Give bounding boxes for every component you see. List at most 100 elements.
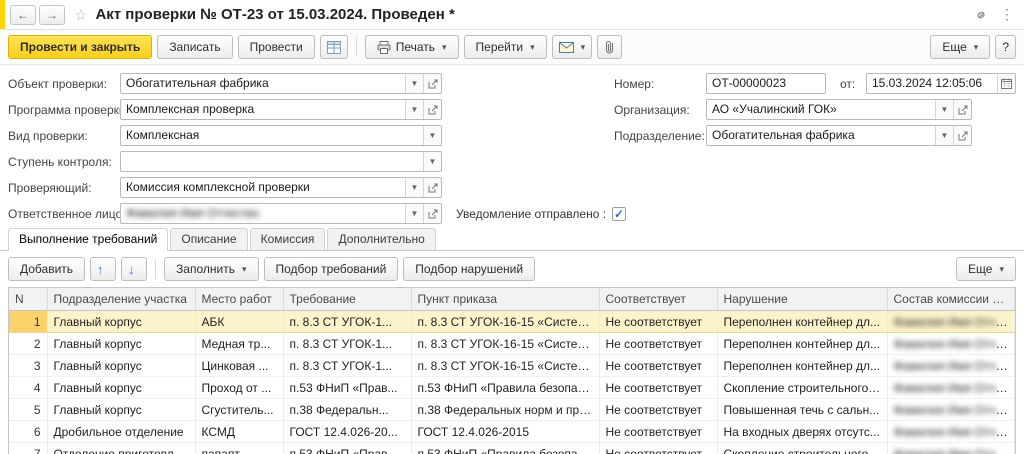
cell-compliance[interactable]: Не соответствует	[599, 421, 717, 443]
col-header-compliance[interactable]: Соответствует	[599, 288, 717, 311]
department-open-icon[interactable]	[953, 126, 971, 145]
col-header-department[interactable]: Подразделение участка	[47, 288, 195, 311]
cell-department[interactable]: Главный корпус	[47, 333, 195, 355]
help-button[interactable]: ?	[995, 35, 1016, 59]
post-and-close-button[interactable]: Провести и закрыть	[8, 35, 152, 59]
cell-n[interactable]: 2	[9, 333, 47, 355]
cell-order-clause[interactable]: п. 8.3 СТ УГОК-16-15 «Система ...	[411, 355, 599, 377]
responsible-open-icon[interactable]	[423, 204, 441, 223]
cell-violation[interactable]: Скопление строительного ...	[717, 443, 887, 454]
cell-requirement[interactable]: п.53 ФНиП «Прав...	[283, 443, 411, 454]
print-button[interactable]: Печать ▾	[365, 35, 459, 59]
inspector-dropdown-icon[interactable]: ▼	[405, 178, 423, 197]
table-row[interactable]: 7Отделение приготовл...папаптп.53 ФНиП «…	[9, 443, 1015, 454]
fill-button[interactable]: Заполнить ▾	[164, 257, 258, 281]
cell-commission[interactable]: Фамилия Имя Отчество Фамили	[887, 355, 1015, 377]
attachments-button[interactable]	[597, 35, 622, 59]
object-field[interactable]: Обогатительная фабрика ▼	[120, 73, 442, 94]
cell-department[interactable]: Главный корпус	[47, 399, 195, 421]
table-row[interactable]: 3Главный корпусЦинковая ...п. 8.3 СТ УГО…	[9, 355, 1015, 377]
responsible-field[interactable]: Фамилия Имя Отчество ▼	[120, 203, 442, 224]
table-row[interactable]: 6Дробильное отделениеКСМДГОСТ 12.4.026-2…	[9, 421, 1015, 443]
cell-commission[interactable]: Фамилия Имя Отчество Фамили	[887, 311, 1015, 333]
cell-order-clause[interactable]: ГОСТ 12.4.026-2015	[411, 421, 599, 443]
cell-requirement[interactable]: п.38 Федеральн...	[283, 399, 411, 421]
cell-place[interactable]: Цинковая ...	[195, 355, 283, 377]
col-header-n[interactable]: N	[9, 288, 47, 311]
tab-requirements[interactable]: Выполнение требований	[8, 228, 168, 251]
cell-violation[interactable]: Переполнен контейнер дл...	[717, 311, 887, 333]
program-dropdown-icon[interactable]: ▼	[405, 100, 423, 119]
table-more-button[interactable]: Еще ▾	[956, 257, 1016, 281]
organization-open-icon[interactable]	[953, 100, 971, 119]
notification-checkbox[interactable]: ✓	[612, 207, 626, 221]
col-header-violation[interactable]: Нарушение	[717, 288, 887, 311]
table-row[interactable]: 5Главный корпусСгуститель...п.38 Федерал…	[9, 399, 1015, 421]
save-button[interactable]: Записать	[157, 35, 232, 59]
col-header-requirement[interactable]: Требование	[283, 288, 411, 311]
object-open-icon[interactable]	[423, 74, 441, 93]
goto-button[interactable]: Перейти ▾	[464, 35, 547, 59]
cell-commission[interactable]: Фамилия Имя Отчество	[887, 443, 1015, 454]
post-button[interactable]: Провести	[238, 35, 315, 59]
col-header-order-clause[interactable]: Пункт приказа	[411, 288, 599, 311]
control-level-dropdown-icon[interactable]: ▼	[423, 152, 441, 171]
cell-n[interactable]: 3	[9, 355, 47, 377]
cell-n[interactable]: 5	[9, 399, 47, 421]
control-level-field[interactable]: ▼	[120, 151, 442, 172]
tab-additional[interactable]: Дополнительно	[327, 228, 435, 250]
table-row[interactable]: 4Главный корпусПроход от ...п.53 ФНиП «П…	[9, 377, 1015, 399]
favorite-star-icon[interactable]: ☆	[74, 6, 87, 24]
responsible-dropdown-icon[interactable]: ▼	[405, 204, 423, 223]
cell-order-clause[interactable]: п. 8.3 СТ УГОК-16-15 «Система ...	[411, 311, 599, 333]
cell-violation[interactable]: Повышенная течь с сальн...	[717, 399, 887, 421]
more-menu-icon[interactable]: ⋮	[1000, 6, 1014, 23]
cell-n[interactable]: 4	[9, 377, 47, 399]
tab-commission[interactable]: Комиссия	[250, 228, 326, 250]
add-row-button[interactable]: Добавить	[8, 257, 85, 281]
cell-commission[interactable]: Фамилия Имя Отчеств	[887, 421, 1015, 443]
date-field[interactable]: 15.03.2024 12:05:06	[866, 73, 1016, 94]
number-field[interactable]: ОТ-00000023	[706, 73, 826, 94]
kind-field[interactable]: Комплексная ▼	[120, 125, 442, 146]
cell-commission[interactable]: Фамилия Имя Отчество	[887, 377, 1015, 399]
send-email-button[interactable]: ▾	[552, 35, 593, 59]
cell-order-clause[interactable]: п.53 ФНиП «Правила безопасно...	[411, 377, 599, 399]
calendar-icon[interactable]	[997, 74, 1015, 93]
cell-requirement[interactable]: ГОСТ 12.4.026-20...	[283, 421, 411, 443]
cell-department[interactable]: Главный корпус	[47, 311, 195, 333]
cell-commission[interactable]: Фамилия Имя Отчество	[887, 399, 1015, 421]
organization-dropdown-icon[interactable]: ▼	[935, 100, 953, 119]
cell-compliance[interactable]: Не соответствует	[599, 311, 717, 333]
cell-commission[interactable]: Фамилия Имя Отчество Фамили	[887, 333, 1015, 355]
cell-place[interactable]: Проход от ...	[195, 377, 283, 399]
cell-place[interactable]: Медная тр...	[195, 333, 283, 355]
object-dropdown-icon[interactable]: ▼	[405, 74, 423, 93]
department-field[interactable]: Обогатительная фабрика ▼	[706, 125, 972, 146]
cell-order-clause[interactable]: п.38 Федеральных норм и прави...	[411, 399, 599, 421]
show-postings-button[interactable]	[320, 35, 348, 59]
col-header-commission[interactable]: Состав комиссии по проверке	[887, 288, 1015, 311]
cell-order-clause[interactable]: п.53 ФНиП «Правила безопасно...	[411, 443, 599, 454]
cell-violation[interactable]: Скопление строительного ...	[717, 377, 887, 399]
organization-field[interactable]: АО «Учалинский ГОК» ▼	[706, 99, 972, 120]
back-button[interactable]: ←	[10, 5, 36, 25]
program-open-icon[interactable]	[423, 100, 441, 119]
cell-violation[interactable]: Переполнен контейнер дл...	[717, 333, 887, 355]
cell-order-clause[interactable]: п. 8.3 СТ УГОК-16-15 «Система ...	[411, 333, 599, 355]
cell-department[interactable]: Дробильное отделение	[47, 421, 195, 443]
pick-violations-button[interactable]: Подбор нарушений	[403, 257, 535, 281]
more-button[interactable]: Еще ▾	[930, 35, 990, 59]
cell-n[interactable]: 6	[9, 421, 47, 443]
cell-requirement[interactable]: п. 8.3 СТ УГОК-1...	[283, 311, 411, 333]
cell-compliance[interactable]: Не соответствует	[599, 333, 717, 355]
cell-compliance[interactable]: Не соответствует	[599, 443, 717, 454]
table-row[interactable]: 1Главный корпусАБКп. 8.3 СТ УГОК-1...п. …	[9, 311, 1015, 333]
link-icon[interactable]	[974, 8, 988, 22]
cell-place[interactable]: Сгуститель...	[195, 399, 283, 421]
cell-violation[interactable]: Переполнен контейнер дл...	[717, 355, 887, 377]
inspector-field[interactable]: Комиссия комплексной проверки ▼	[120, 177, 442, 198]
forward-button[interactable]: →	[39, 5, 65, 25]
cell-n[interactable]: 1	[9, 311, 47, 333]
move-up-button[interactable]: ↑	[90, 257, 116, 281]
